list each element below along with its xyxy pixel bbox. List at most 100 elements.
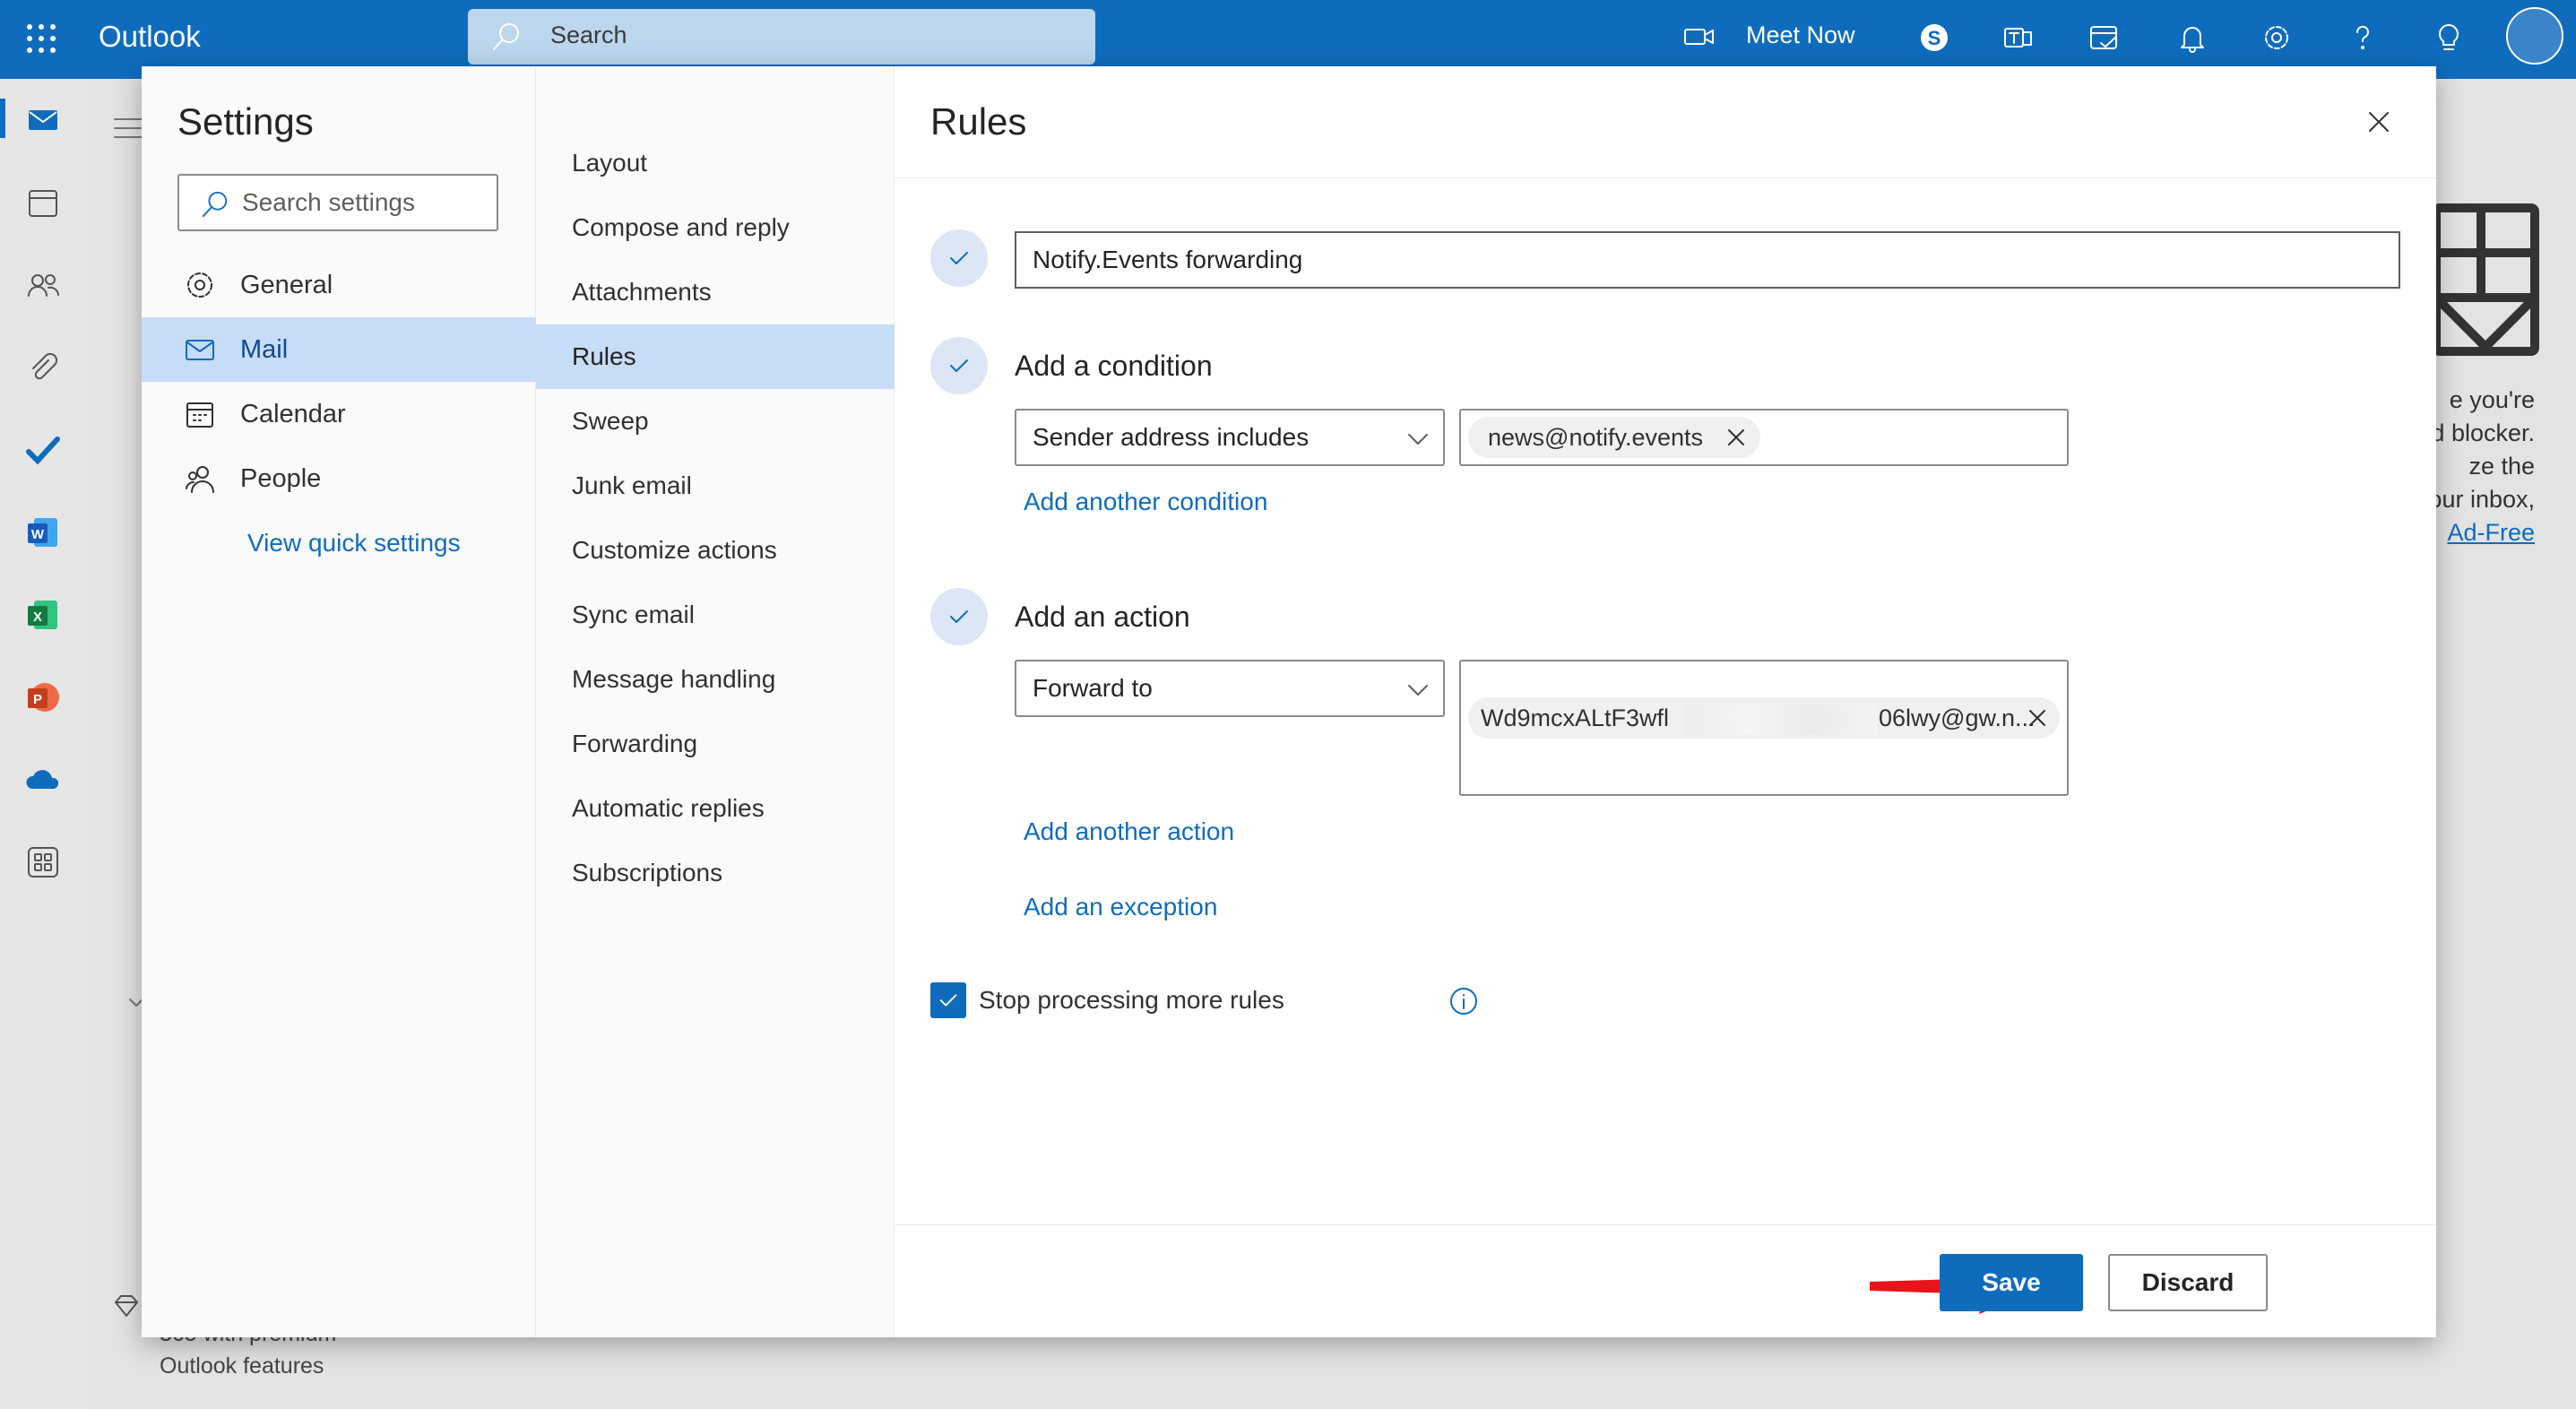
- forward-recipients-field[interactable]: Wd9mcxALtF3wfl 06lwy@gw.n...: [1459, 660, 2069, 796]
- ad-line-4: our inbox,: [2428, 486, 2535, 513]
- ad-line-2: d blocker.: [2431, 419, 2535, 446]
- condition-value-field[interactable]: news@notify.events: [1459, 409, 2069, 466]
- gear-icon: [187, 272, 212, 298]
- diamond-icon: [115, 1295, 138, 1317]
- powerpoint-icon[interactable]: P: [25, 679, 61, 715]
- remove-chip-icon[interactable]: [1725, 426, 1748, 449]
- onedrive-icon[interactable]: [25, 762, 61, 798]
- search-placeholder: Search: [550, 22, 627, 48]
- svg-text:W: W: [31, 527, 45, 542]
- svg-text:S: S: [1928, 27, 1941, 49]
- condition-type-value: Sender address includes: [1033, 423, 1310, 451]
- lightbulb-icon[interactable]: [2433, 22, 2465, 54]
- settings-search-box[interactable]: [177, 174, 498, 231]
- rule-name-input[interactable]: [1015, 231, 2400, 289]
- teams-icon[interactable]: [2002, 22, 2035, 54]
- mail-icon: [186, 340, 214, 360]
- todo-icon[interactable]: [25, 432, 61, 468]
- mail-nav-junk-email[interactable]: Junk email: [536, 454, 895, 518]
- save-button[interactable]: Save: [1940, 1254, 2083, 1311]
- nav-label: People: [240, 463, 322, 493]
- mail-nav-attachments[interactable]: Attachments: [536, 260, 895, 324]
- calendar-icon[interactable]: [25, 185, 61, 220]
- nav-item-calendar[interactable]: Calendar: [142, 382, 536, 446]
- action-type-value: Forward to: [1033, 674, 1153, 702]
- app-launcher-icon[interactable]: [25, 22, 57, 55]
- mail-nav-forwarding[interactable]: Forwarding: [536, 712, 895, 776]
- svg-text:P: P: [33, 692, 42, 707]
- recipient-address-start: Wd9mcxALtF3wfl: [1481, 704, 1670, 731]
- mail-nav-compose-and-reply[interactable]: Compose and reply: [536, 195, 895, 260]
- nav-item-mail[interactable]: Mail: [142, 317, 536, 382]
- promo-line-2: Outlook features: [160, 1353, 324, 1379]
- settings-dialog: Settings General Mail Calendar People Vi…: [142, 66, 2436, 1337]
- add-another-action-link[interactable]: Add another action: [1024, 817, 1234, 846]
- settings-search-input[interactable]: [242, 186, 484, 219]
- word-icon[interactable]: W: [25, 514, 61, 550]
- nav-label: General: [240, 270, 333, 299]
- header-divider: [895, 177, 2436, 178]
- add-exception-link[interactable]: Add an exception: [1024, 893, 1217, 921]
- close-icon[interactable]: [2361, 104, 2397, 140]
- chip-label: news@notify.events: [1488, 423, 1704, 451]
- checkmark-icon: [950, 359, 968, 372]
- condition-heading: Add a condition: [1015, 350, 1213, 382]
- mail-nav-message-handling[interactable]: Message handling: [536, 647, 895, 712]
- mail-nav-sync-email[interactable]: Sync email: [536, 583, 895, 647]
- mail-nav-subscriptions[interactable]: Subscriptions: [536, 841, 895, 905]
- remove-chip-icon[interactable]: [2026, 706, 2049, 730]
- redacted-address-part: [1683, 704, 1877, 735]
- info-icon[interactable]: [1448, 986, 1479, 1016]
- avatar[interactable]: [2506, 7, 2563, 65]
- condition-type-dropdown[interactable]: Sender address includes: [1015, 409, 1445, 466]
- video-icon: [1684, 29, 1714, 45]
- search-box[interactable]: Search: [468, 9, 1095, 65]
- mail-nav-customize-actions[interactable]: Customize actions: [536, 518, 895, 583]
- help-icon[interactable]: [2347, 22, 2379, 54]
- discard-button[interactable]: Discard: [2108, 1254, 2268, 1311]
- mail-nav-automatic-replies[interactable]: Automatic replies: [536, 776, 895, 841]
- ad-free-link[interactable]: Ad-Free: [2447, 519, 2535, 546]
- chevron-down-icon: [1408, 685, 1428, 696]
- skype-icon[interactable]: S: [1918, 22, 1950, 54]
- mail-nav-layout[interactable]: Layout: [536, 131, 895, 195]
- action-type-dropdown[interactable]: Forward to: [1015, 660, 1445, 717]
- app-title[interactable]: Outlook: [99, 20, 201, 54]
- ad-line-1: e you're: [2449, 386, 2535, 413]
- people-icon: [186, 466, 214, 493]
- step-condition-check: [930, 337, 988, 394]
- svg-text:X: X: [33, 609, 42, 625]
- chevron-down-icon: [1408, 434, 1428, 445]
- calendar-check-icon[interactable]: [2088, 22, 2121, 54]
- add-another-condition-link[interactable]: Add another condition: [1024, 488, 1267, 516]
- gear-icon[interactable]: [2260, 22, 2293, 54]
- settings-category-nav: Settings General Mail Calendar People Vi…: [142, 66, 536, 1337]
- more-apps-icon[interactable]: [25, 844, 61, 880]
- calendar-icon: [186, 402, 213, 428]
- attachment-icon[interactable]: [25, 350, 61, 385]
- footer-divider: [895, 1224, 2436, 1225]
- bell-icon[interactable]: [2176, 22, 2209, 54]
- excel-icon[interactable]: X: [25, 597, 61, 633]
- meet-now-button[interactable]: Meet Now: [1746, 22, 1855, 49]
- mail-icon[interactable]: [25, 102, 61, 138]
- mail-nav-rules[interactable]: Rules: [536, 324, 895, 389]
- search-icon: [202, 191, 228, 218]
- nav-label: Calendar: [240, 399, 346, 428]
- view-quick-settings-link[interactable]: View quick settings: [247, 529, 461, 558]
- mail-settings-nav: Layout Compose and reply Attachments Rul…: [536, 66, 895, 1337]
- mail-nav-sweep[interactable]: Sweep: [536, 389, 895, 454]
- people-icon[interactable]: [25, 267, 61, 303]
- hamburger-menu-icon: [114, 118, 143, 138]
- stop-processing-checkbox[interactable]: [930, 982, 966, 1018]
- nav-item-general[interactable]: General: [142, 253, 536, 317]
- rules-panel: Rules Add a condition Sender address inc…: [895, 66, 2436, 1337]
- rules-title: Rules: [930, 100, 1027, 143]
- settings-title: Settings: [177, 100, 314, 143]
- step-rule-name-check: [930, 229, 988, 287]
- search-icon: [493, 23, 519, 50]
- checkmark-icon: [939, 994, 957, 1007]
- action-heading: Add an action: [1015, 601, 1190, 633]
- nav-item-people[interactable]: People: [142, 446, 536, 511]
- checkmark-icon: [950, 252, 968, 264]
